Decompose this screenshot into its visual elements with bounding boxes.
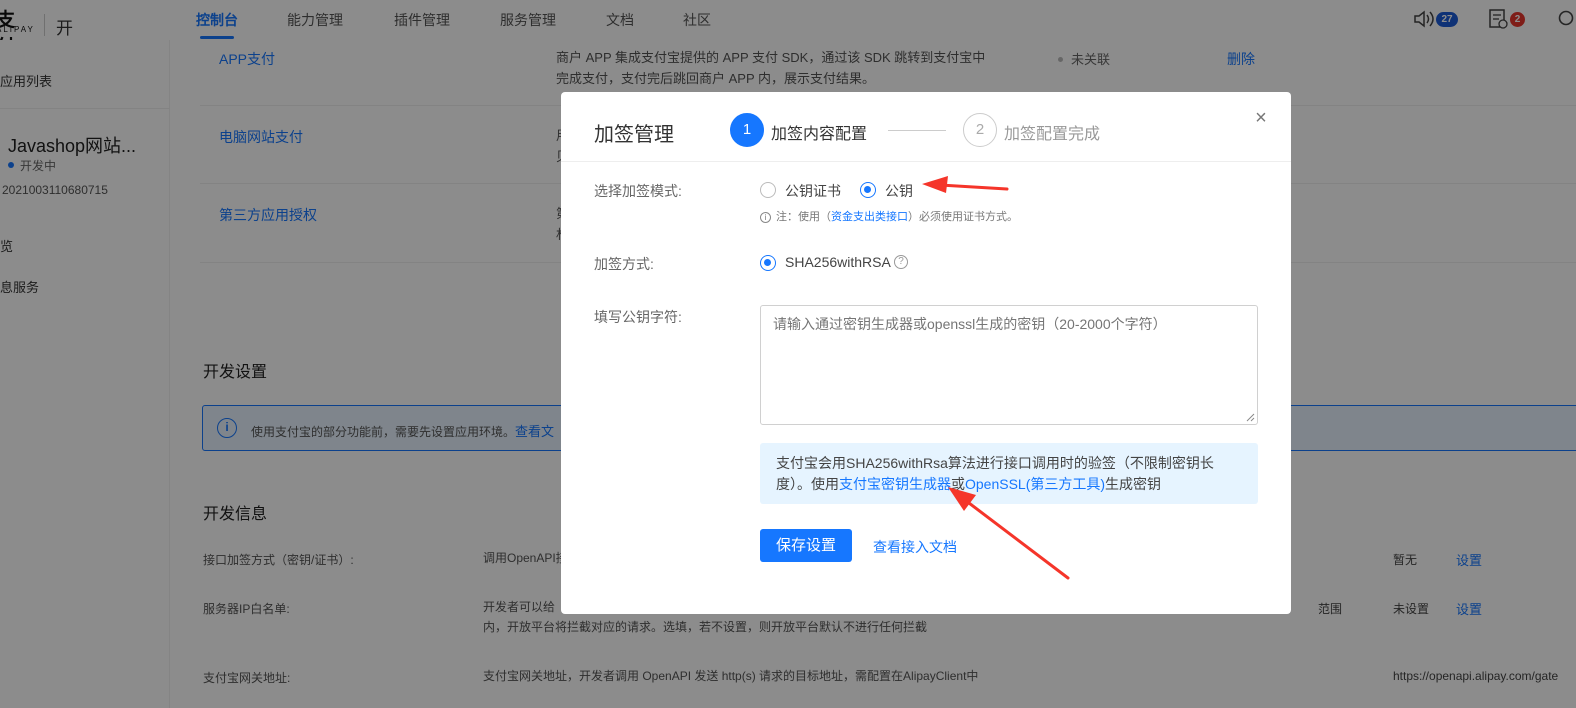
step-2-label: 加签配置完成 xyxy=(1004,126,1101,143)
mode-note-prefix: 注：使用（ xyxy=(776,211,831,223)
radio-sha256withrsa[interactable] xyxy=(760,255,776,271)
dialog-title: 加签管理 xyxy=(594,124,674,146)
view-docs-link[interactable]: 查看接入文档 xyxy=(873,537,957,557)
radio-public-key[interactable] xyxy=(860,182,876,198)
key-generator-tip: 支付宝会用SHA256withRsa算法进行接口调用时的验签（不限制密钥长度）。… xyxy=(760,443,1258,504)
step-2-indicator: 2 xyxy=(963,113,997,147)
public-key-label: 填写公钥字符: xyxy=(594,309,682,325)
mode-note: i 注：使用（资金支出类接口）必须使用证书方式。 xyxy=(760,208,1018,224)
radio-label-public-key-cert[interactable]: 公钥证书 xyxy=(785,181,841,201)
tip-text-end: 生成密钥 xyxy=(1105,476,1162,492)
tip-text-or: 或 xyxy=(951,476,965,492)
alipay-key-generator-link[interactable]: 支付宝密钥生成器 xyxy=(839,476,951,492)
help-icon[interactable]: ? xyxy=(894,255,908,269)
step-1-label: 加签内容配置 xyxy=(771,126,868,143)
openssl-link[interactable]: OpenSSL(第三方工具) xyxy=(965,476,1105,492)
info-circle-icon: i xyxy=(760,212,771,223)
radio-public-key-cert[interactable] xyxy=(760,182,776,198)
radio-label-public-key[interactable]: 公钥 xyxy=(885,181,913,201)
dialog-header: 加签管理 1 加签内容配置 2 加签配置完成 × xyxy=(561,92,1291,162)
mode-label: 选择加签模式: xyxy=(594,183,682,199)
mode-note-suffix: ）必须使用证书方式。 xyxy=(908,211,1018,223)
save-settings-button[interactable]: 保存设置 xyxy=(760,529,852,562)
step-1-indicator: 1 xyxy=(730,113,764,147)
fund-api-link[interactable]: 资金支出类接口 xyxy=(831,211,908,223)
step-connector xyxy=(888,130,946,131)
signing-management-dialog: 加签管理 1 加签内容配置 2 加签配置完成 × 选择加签模式: 公钥证书 公钥… xyxy=(561,92,1291,614)
method-label: 加签方式: xyxy=(594,256,654,272)
radio-label-sha256withrsa[interactable]: SHA256withRSA xyxy=(785,254,891,270)
public-key-input[interactable] xyxy=(760,305,1258,425)
close-icon[interactable]: × xyxy=(1251,108,1271,128)
resize-grip-icon[interactable] xyxy=(1245,412,1255,422)
